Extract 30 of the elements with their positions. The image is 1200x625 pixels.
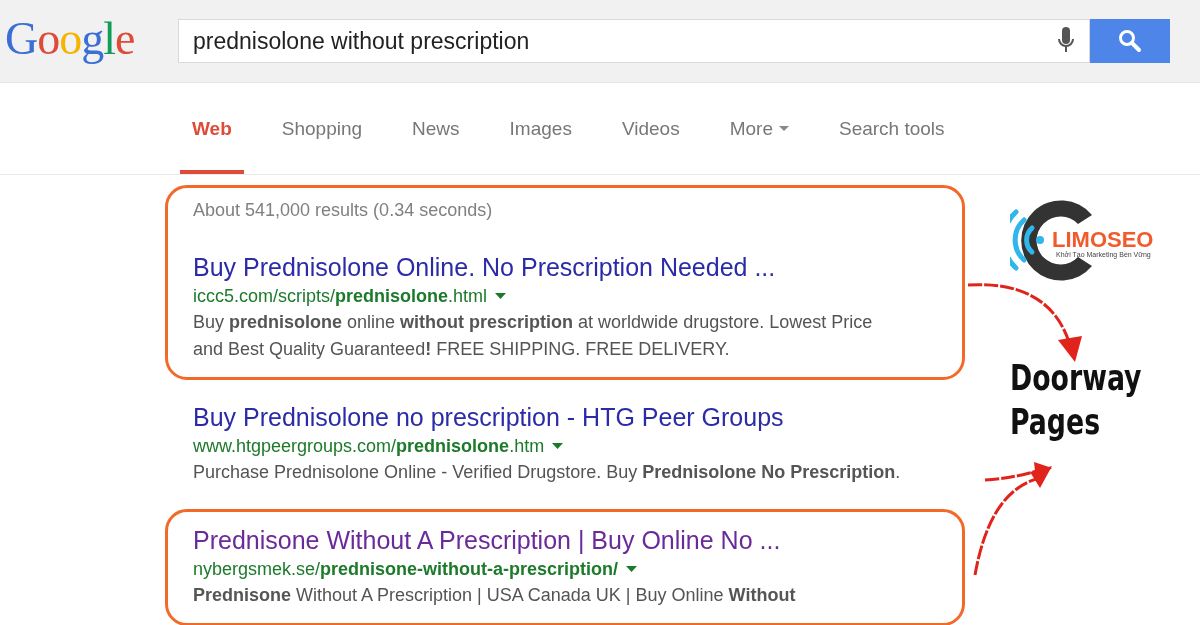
results-stats: About 541,000 results (0.34 seconds) — [193, 200, 494, 221]
result-url: nybergsmek.se/prednisone-without-a-prescription/ — [193, 558, 619, 581]
search-tab[interactable]: News — [400, 83, 472, 174]
search-icon — [1118, 29, 1142, 53]
search-tab[interactable]: Web — [180, 83, 244, 174]
search-tab[interactable]: Search tools — [826, 83, 957, 174]
search-button[interactable] — [1090, 19, 1170, 63]
result-title[interactable]: Prednisone Without A Prescription | Buy Online No ... — [193, 524, 962, 556]
caret-icon[interactable] — [552, 443, 564, 449]
result-url: iccc5.com/scripts/prednisolone.html — [193, 285, 488, 308]
caret-icon — [778, 125, 789, 132]
result-snippet: Purchase Prednisolone Online - Verified Drugstore. Buy Prednisolone No Prescription. — [193, 461, 902, 484]
google-logo[interactable]: Google — [5, 11, 178, 65]
caret-icon[interactable] — [626, 566, 638, 572]
result-title[interactable]: Buy Prednisolone Online. No Prescription Needed ... — [193, 251, 962, 283]
result-snippet: and Best Quality Guaranteed! FREE SHIPPING. FREE DELIVERY. — [193, 338, 731, 361]
search-tab[interactable]: Shopping — [269, 83, 375, 174]
search-field[interactable]: prednisolone without prescription — [178, 19, 1090, 63]
search-tab[interactable]: Images — [497, 83, 584, 174]
search-tab[interactable]: Videos — [609, 83, 692, 174]
result-title[interactable]: Buy Prednisolone no prescription - HTG Peer Groups — [193, 401, 962, 433]
result-url: www.htgpeergroups.com/prednisolone.htm — [193, 435, 545, 458]
caret-icon[interactable] — [495, 293, 507, 299]
annotation-label: Doorway Pages — [1010, 357, 1142, 444]
brand-name: LIMOSEO — [1052, 229, 1154, 251]
result-snippet: Prednisone Without A Prescription | USA Canada UK | Buy Online Without — [193, 584, 797, 607]
arrow-icon — [967, 283, 1082, 362]
search-tab[interactable]: More — [717, 83, 801, 174]
result-snippet: Buy prednisolone online without prescription at worldwide drugstore. Lowest Price — [193, 311, 874, 334]
microphone-icon[interactable] — [1057, 27, 1075, 55]
